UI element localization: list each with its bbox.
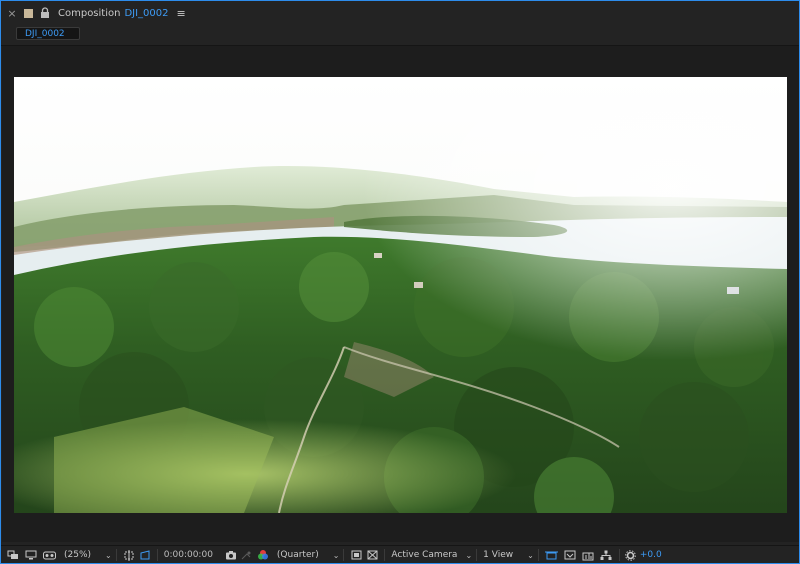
lock-icon[interactable] bbox=[40, 7, 50, 19]
magnification-dropdown[interactable]: (25%) ⌄ bbox=[64, 550, 112, 560]
composition-name: DJI_0002 bbox=[124, 7, 169, 19]
comp-flowchart-icon[interactable] bbox=[579, 548, 597, 562]
toggle-pixel-aspect-icon[interactable] bbox=[543, 548, 561, 562]
composition-viewer[interactable] bbox=[2, 46, 799, 542]
resolution-dropdown[interactable]: (Quarter) ⌄ bbox=[277, 550, 340, 560]
chevron-down-icon: ⌄ bbox=[332, 550, 340, 560]
toolbar-divider bbox=[156, 549, 158, 561]
always-preview-icon[interactable] bbox=[4, 548, 22, 562]
panel-title: Composition bbox=[58, 7, 121, 19]
view-layout-dropdown[interactable]: 1 View ⌄ bbox=[483, 550, 534, 560]
snapshot-camera-icon[interactable] bbox=[223, 548, 239, 562]
resolution-value: (Quarter) bbox=[276, 550, 319, 560]
camera-view-dropdown[interactable]: Active Camera ⌄ bbox=[391, 550, 472, 560]
monitor-icon[interactable] bbox=[22, 548, 40, 562]
region-of-interest-icon[interactable] bbox=[121, 548, 137, 562]
toolbar-divider bbox=[618, 549, 620, 561]
reset-exposure-icon[interactable] bbox=[624, 548, 638, 562]
grid-guides-icon[interactable] bbox=[364, 548, 380, 562]
chevron-down-icon: ⌄ bbox=[527, 550, 534, 560]
composition-panel: × Composition DJI_0002 ≡ DJI_0002 (25%) … bbox=[0, 0, 800, 564]
rgb-channels-icon[interactable] bbox=[255, 548, 271, 562]
footage-frame[interactable] bbox=[14, 77, 787, 513]
chevron-down-icon: ⌄ bbox=[465, 550, 473, 560]
magnification-value: (25%) bbox=[64, 550, 92, 560]
transparency-grid-icon[interactable] bbox=[137, 548, 153, 562]
chevron-down-icon: ⌄ bbox=[105, 550, 112, 560]
toolbar-divider bbox=[476, 549, 478, 561]
exposure-value[interactable]: +0.0 bbox=[640, 550, 662, 560]
panel-menu-icon[interactable]: ≡ bbox=[177, 7, 186, 20]
toolbar-divider bbox=[537, 549, 539, 561]
3d-renderer-icon[interactable] bbox=[597, 548, 615, 562]
composition-tab-bar: DJI_0002 bbox=[1, 25, 799, 46]
vr-goggles-icon[interactable] bbox=[40, 548, 58, 562]
view-layout-value: 1 View bbox=[483, 550, 514, 560]
current-timecode[interactable]: 0:00:00:00 bbox=[164, 550, 213, 560]
close-icon[interactable]: × bbox=[5, 7, 19, 20]
label-color-icon[interactable] bbox=[24, 8, 33, 18]
toolbar-divider bbox=[343, 549, 345, 561]
camera-view-value: Active Camera bbox=[391, 550, 458, 560]
panel-header: × Composition DJI_0002 ≡ bbox=[1, 1, 799, 25]
timeline-icon[interactable] bbox=[561, 548, 579, 562]
aerial-footage-image bbox=[14, 77, 787, 513]
tab-dji-0002[interactable]: DJI_0002 bbox=[16, 27, 80, 40]
fast-preview-icon[interactable] bbox=[348, 548, 364, 562]
show-snapshot-icon[interactable] bbox=[239, 548, 255, 562]
toolbar-divider bbox=[115, 549, 117, 561]
viewer-toolbar: (25%) ⌄ 0:00:00:00 (Quarter) ⌄ Active Ca… bbox=[1, 545, 799, 564]
toolbar-divider bbox=[384, 549, 386, 561]
